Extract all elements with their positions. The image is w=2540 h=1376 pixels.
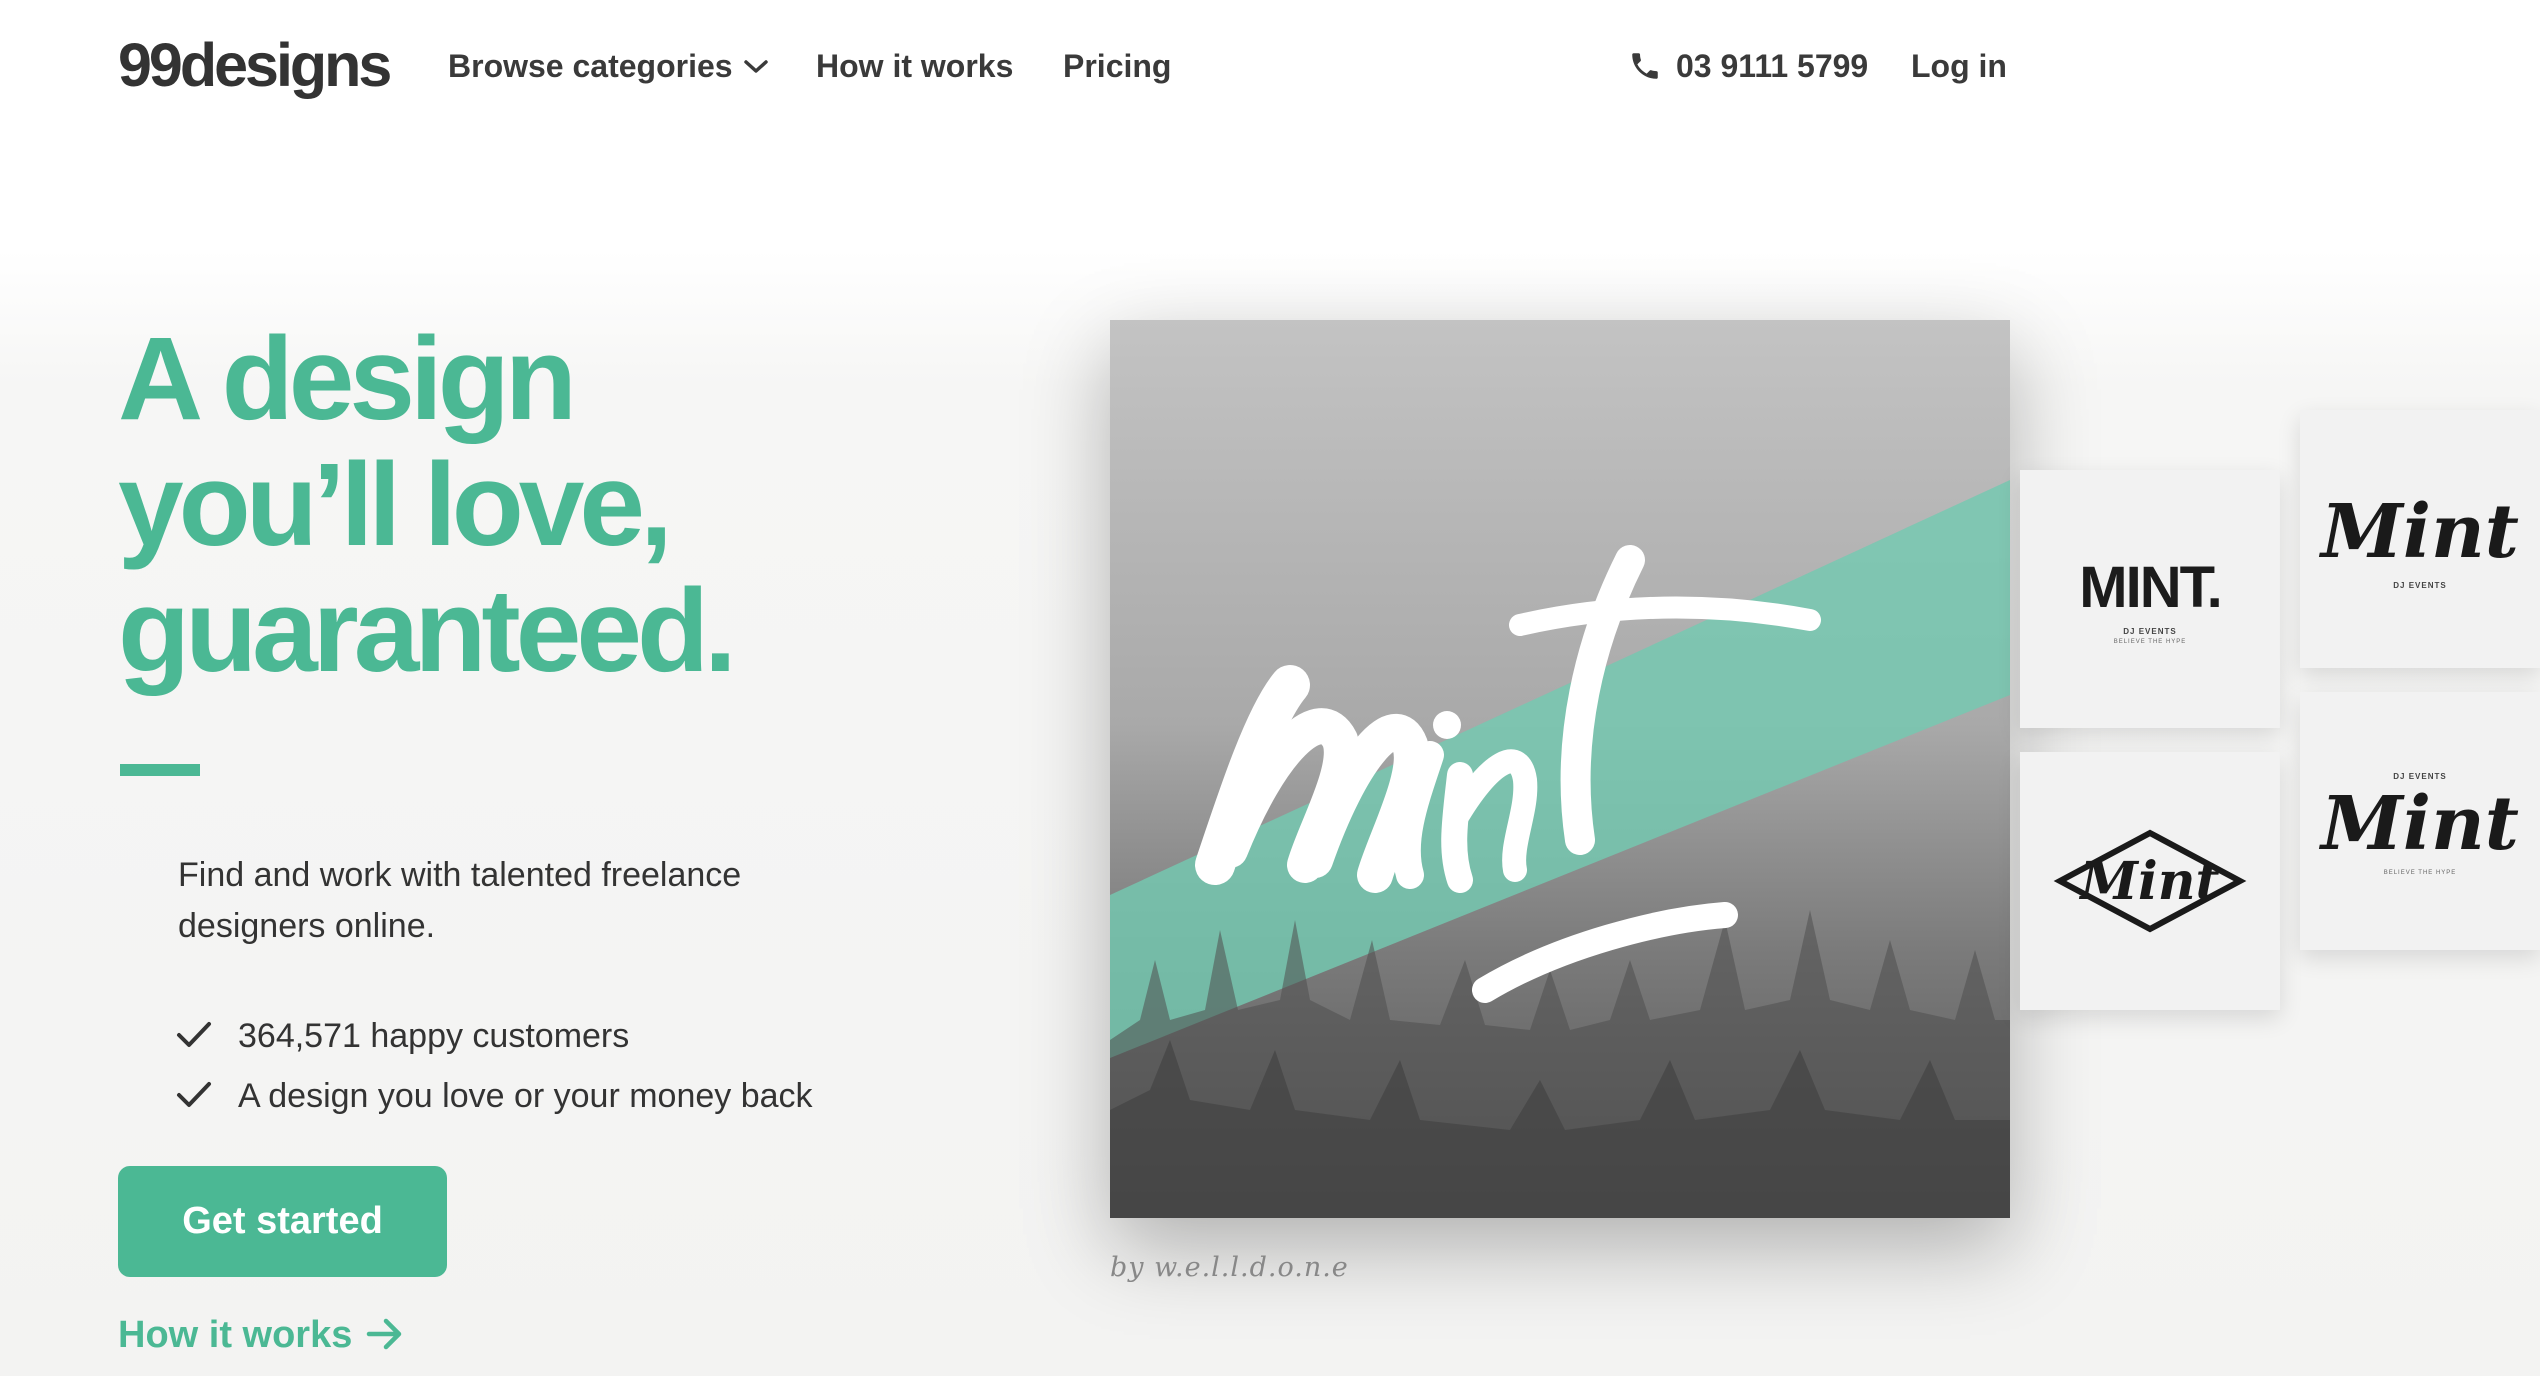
logo-99designs[interactable]: 99designs — [118, 30, 392, 100]
thumbnail-subtext: DJ EVENTS — [2393, 772, 2447, 781]
hero-subtitle: Find and work with talented freelance de… — [178, 856, 742, 945]
get-started-button[interactable]: Get started — [118, 1166, 447, 1277]
phone-number: 03 9111 5799 — [1676, 48, 1869, 84]
headline-line-2: you’ll love, — [118, 439, 673, 571]
check-icon — [176, 1077, 238, 1115]
thumbnail-logo-text: Mint — [2320, 488, 2519, 575]
chevron-down-icon — [733, 48, 769, 84]
design-credit-caption: by w.e.l.l.d.o.n.e — [1110, 1252, 1349, 1283]
thumbnail-logo-text: Mint — [2080, 850, 2220, 912]
benefit-text: A design you love or your money back — [238, 1077, 813, 1115]
nav-browse-categories[interactable]: Browse categories — [448, 48, 769, 85]
accent-divider — [120, 764, 200, 776]
nav-how-it-works[interactable]: How it works — [816, 48, 1013, 85]
benefits-list: 364,571 happy customers A design you lov… — [176, 1006, 813, 1126]
nav-browse-categories-label: Browse categories — [448, 48, 733, 84]
featured-design-image — [1110, 320, 2010, 1218]
thumbnail-subtext: DJ EVENTS — [2123, 626, 2177, 636]
thumbnail-tagline: BELIEVE THE HYPE — [2113, 638, 2187, 645]
phone-icon — [1628, 48, 1676, 84]
design-thumbnail[interactable]: MINT. DJ EVENTS BELIEVE THE HYPE — [2020, 470, 2280, 728]
nav-login[interactable]: Log in — [1911, 48, 2007, 85]
arrow-right-icon — [352, 1314, 404, 1356]
how-it-works-link-label: How it works — [118, 1314, 353, 1356]
hero-headline: A design you’ll love, guaranteed. — [118, 316, 1018, 694]
thumbnail-subtext: DJ EVENTS — [2393, 580, 2447, 590]
how-it-works-link[interactable]: How it works — [118, 1314, 404, 1357]
thumbnail-tagline: BELIEVE THE HYPE — [2383, 870, 2457, 876]
list-item: 364,571 happy customers — [176, 1006, 813, 1066]
design-thumbnail[interactable]: DJ EVENTS Mint BELIEVE THE HYPE — [2300, 692, 2540, 950]
nav-pricing[interactable]: Pricing — [1063, 48, 1171, 85]
check-icon — [176, 1017, 238, 1055]
design-thumbnail[interactable]: Mint DJ EVENTS — [2300, 410, 2540, 668]
headline-line-3: guaranteed. — [118, 565, 737, 697]
headline-line-1: A design — [118, 313, 577, 445]
list-item: A design you love or your money back — [176, 1066, 813, 1126]
thumbnail-logo-text: MINT. — [2079, 554, 2222, 620]
nav-phone[interactable]: 03 9111 5799 — [1628, 48, 1868, 85]
design-thumbnail[interactable]: Mint — [2020, 752, 2280, 1010]
thumbnail-logo-text: Mint — [2320, 781, 2519, 867]
benefit-text: 364,571 happy customers — [238, 1017, 630, 1055]
